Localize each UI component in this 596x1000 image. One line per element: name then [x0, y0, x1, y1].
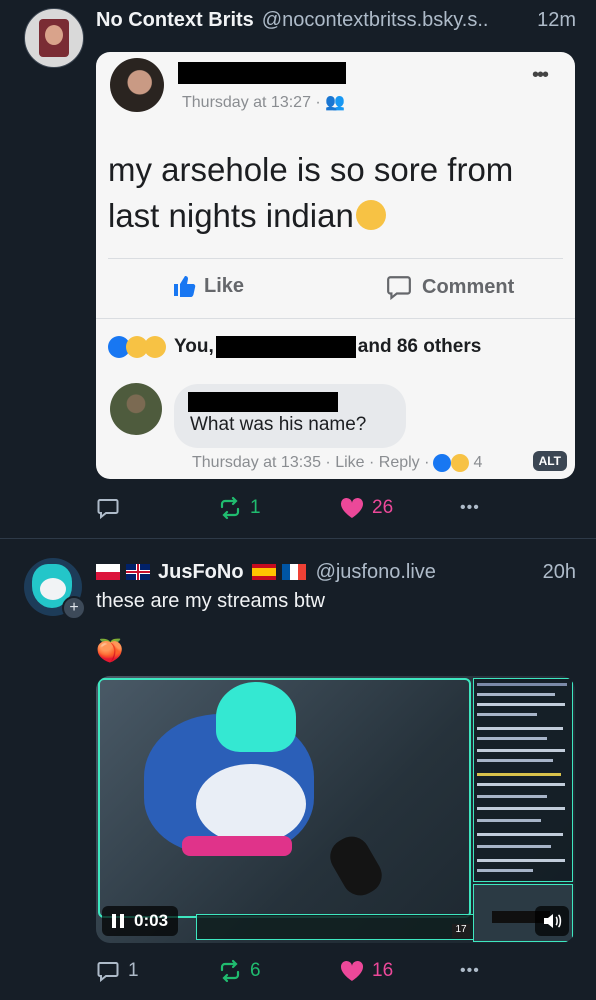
like-count: 16 — [372, 960, 394, 981]
heart-icon — [340, 960, 364, 981]
repost-button[interactable]: 1 — [218, 496, 261, 520]
sick-emoji-icon — [355, 200, 386, 230]
repost-count: 1 — [250, 497, 261, 518]
like-action: Like — [172, 274, 244, 298]
mute-button[interactable] — [535, 906, 569, 936]
wow-reaction-icon — [144, 336, 166, 358]
like-reaction-icon — [433, 454, 452, 472]
reply-bubble: What was his name? — [174, 384, 406, 448]
poster-avatar — [110, 58, 164, 112]
separator — [108, 258, 563, 259]
redacted-name — [178, 62, 346, 84]
post-time[interactable]: 20h — [543, 561, 576, 584]
video-player[interactable]: 17 0:03 — [96, 676, 575, 943]
author-name[interactable]: No Context Brits — [96, 9, 254, 32]
redacted-commenter — [188, 392, 338, 412]
reply-button[interactable]: 1 — [96, 959, 139, 983]
status-text: my arsehole is so sore from last nights … — [108, 151, 514, 234]
reply-count: 1 — [128, 960, 139, 981]
repost-button[interactable]: 6 — [218, 959, 261, 983]
speaker-icon — [544, 914, 562, 928]
repost-icon — [220, 496, 240, 520]
like-button[interactable]: 16 — [340, 960, 393, 982]
ellipsis-icon: ••• — [460, 962, 480, 979]
post-text: these are my streams btw — [96, 590, 325, 612]
post-1[interactable]: No Context Brits @nocontextbritss.bsky.s… — [0, 0, 596, 538]
more-options-button[interactable]: ••• — [460, 962, 480, 980]
flag-france-icon — [281, 564, 306, 580]
character-face — [196, 764, 306, 844]
repost-icon — [220, 959, 240, 983]
author-avatar[interactable] — [24, 8, 84, 68]
chat-panel — [473, 678, 573, 882]
author-handle[interactable]: @jusfono.live — [316, 561, 436, 584]
video-time: 0:03 — [134, 911, 169, 930]
comment-action: Comment — [386, 274, 514, 300]
haha-reaction-icon — [451, 454, 470, 472]
reactions-row: You, and 86 others — [108, 336, 481, 358]
character-collar — [182, 836, 292, 856]
commenter-avatar — [110, 383, 162, 435]
hud-counter: 17 — [452, 924, 470, 938]
follow-plus-icon[interactable]: + — [62, 596, 86, 620]
thumbs-up-icon — [174, 276, 196, 297]
more-icon: ••• — [531, 64, 549, 86]
like-button[interactable]: 26 — [340, 497, 393, 519]
post-timestamp: Thursday at 13:27 · 👥 — [182, 94, 346, 111]
post-image[interactable]: Thursday at 13:27 · 👥 ••• my arsehole is… — [96, 52, 575, 479]
stream-hud — [196, 914, 474, 940]
reply-text: What was his name? — [190, 414, 367, 435]
separator — [96, 318, 575, 319]
comment-bubble-icon — [387, 276, 411, 300]
author-name[interactable]: JusFoNo — [158, 561, 244, 584]
ellipsis-icon: ••• — [460, 499, 480, 516]
flag-poland-icon — [96, 564, 120, 580]
reply-icon — [97, 499, 119, 520]
flag-spain-icon — [251, 564, 276, 580]
like-count: 26 — [372, 497, 394, 518]
flag-uk-icon — [126, 564, 150, 580]
play-pause-control[interactable]: 0:03 — [102, 906, 179, 936]
peach-emoji: 🍑 — [96, 638, 124, 663]
pause-icon — [112, 914, 124, 928]
more-options-button[interactable]: ••• — [460, 499, 480, 517]
friends-icon: 👥 — [325, 94, 346, 111]
post-time[interactable]: 12m — [537, 9, 576, 32]
repost-count: 6 — [250, 960, 261, 981]
reply-button[interactable] — [96, 496, 120, 520]
alt-badge[interactable]: ALT — [532, 451, 567, 471]
redacted-names — [215, 336, 356, 358]
heart-icon — [340, 497, 364, 518]
reply-icon — [97, 962, 119, 983]
character-hair — [216, 682, 296, 752]
reply-meta: Thursday at 13:35 · Like · Reply · 4 — [192, 454, 483, 472]
author-handle[interactable]: @nocontextbritss.bsky.s.. — [262, 9, 489, 32]
